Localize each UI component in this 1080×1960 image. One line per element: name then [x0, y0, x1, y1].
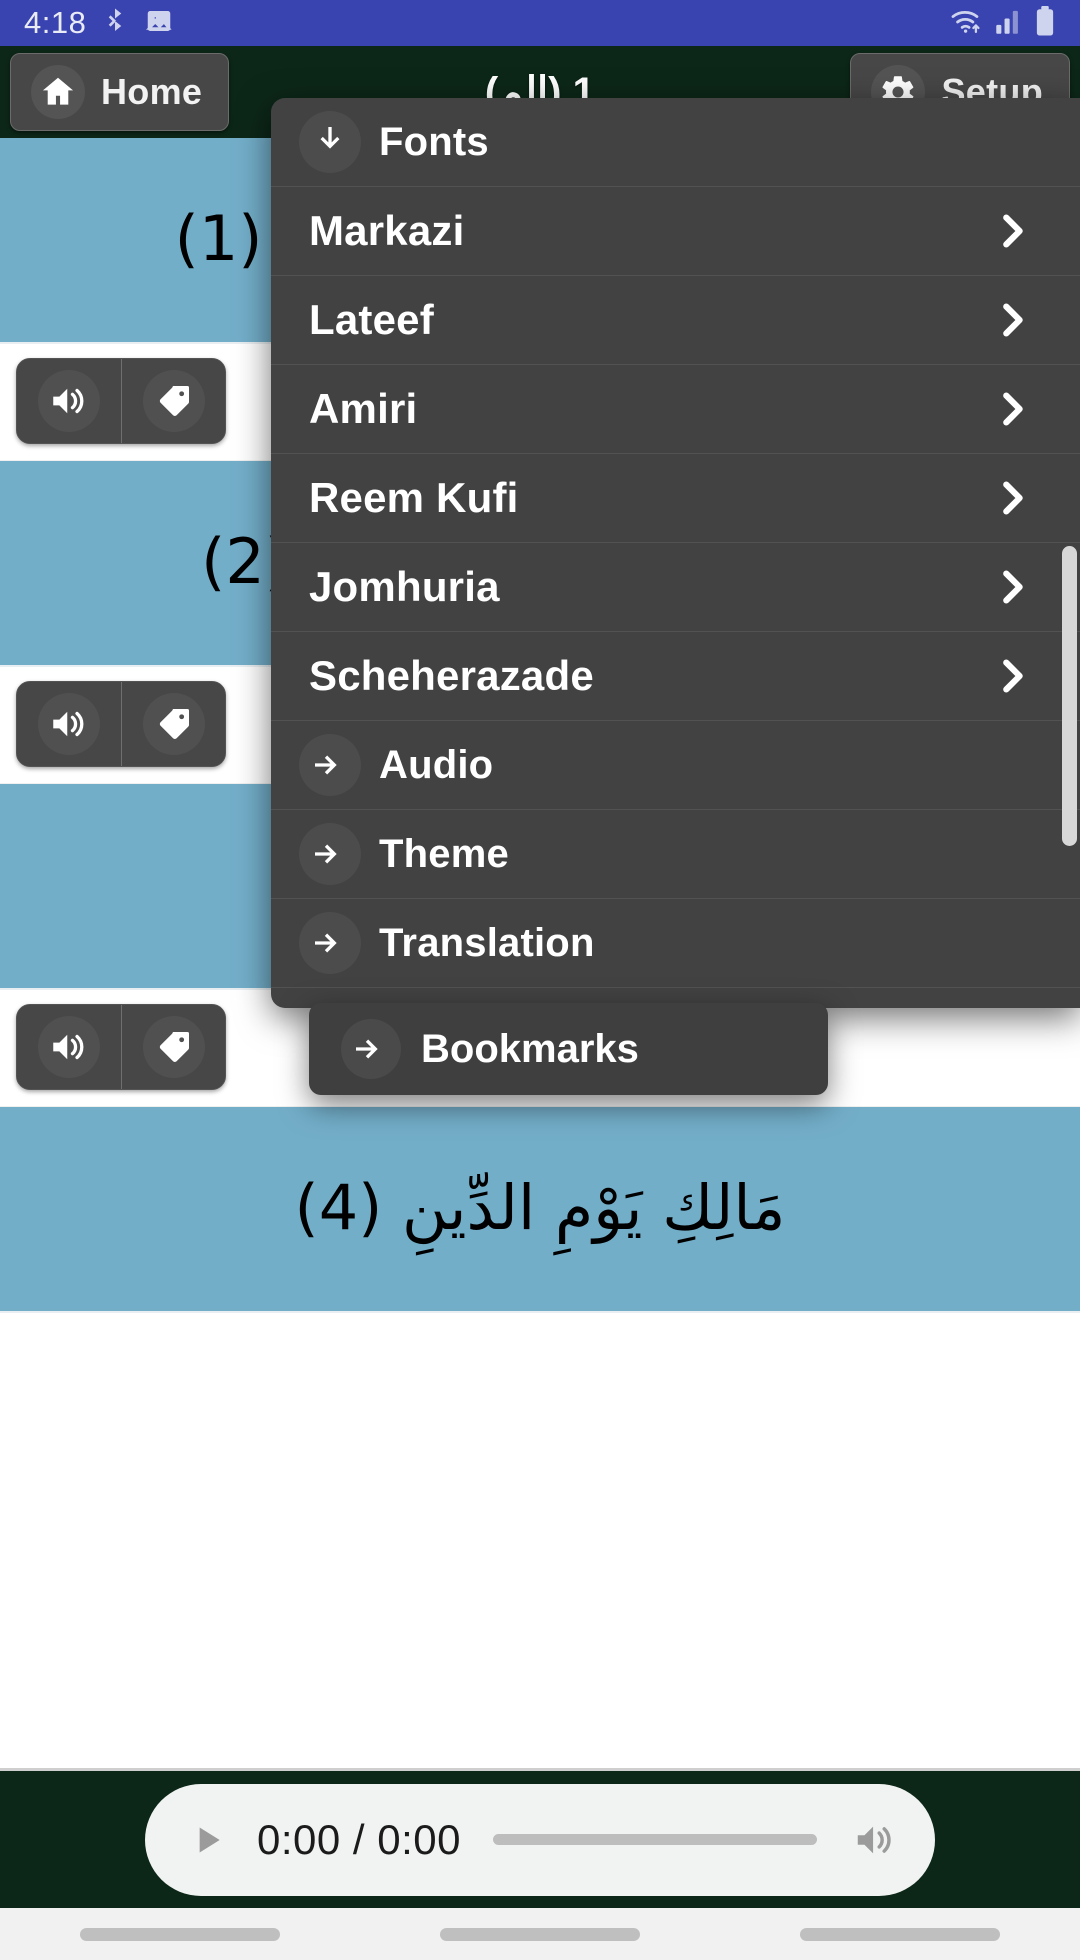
menu-item-amiri[interactable]: Amiri — [271, 365, 1080, 454]
verse-text: مَالِكِ يَوْمِ الدِّينِ (4) — [0, 1106, 1080, 1313]
image-icon — [144, 6, 174, 41]
tag-icon — [142, 369, 205, 432]
menu-item-lateef[interactable]: Lateef — [271, 276, 1080, 365]
system-status-bar: 4:18 — [0, 0, 1080, 46]
bluetooth-audio-icon — [100, 6, 130, 41]
menu-item-amiri-label: Amiri — [309, 385, 418, 432]
playback-time: 0:00 / 0:00 — [257, 1815, 461, 1863]
menu-item-jomhuria-label: Jomhuria — [309, 563, 500, 610]
wifi-icon — [950, 7, 984, 40]
menu-item-bookmarks[interactable]: Bookmarks — [309, 1003, 828, 1095]
verse-item: مَالِكِ يَوْمِ الدِّينِ (4) — [0, 1106, 1080, 1313]
play-icon[interactable] — [185, 1817, 231, 1863]
menu-header-fonts[interactable]: Fonts — [271, 98, 1080, 187]
menu-item-audio-label: Audio — [379, 742, 494, 787]
arrow-right-icon — [299, 823, 361, 885]
chevron-right-icon[interactable] — [986, 561, 1038, 613]
home-icon — [31, 65, 85, 119]
menu-item-scheherazade-label: Scheherazade — [309, 652, 594, 699]
menu-item-theme-label: Theme — [379, 831, 509, 876]
menu-item-translation-label: Translation — [379, 920, 595, 965]
verse-tag-button[interactable] — [121, 681, 225, 766]
home-button[interactable]: Home — [10, 53, 230, 131]
verse-tag-button[interactable] — [121, 1004, 225, 1089]
chevron-right-icon[interactable] — [986, 205, 1038, 257]
menu-item-theme[interactable]: Theme — [271, 810, 1080, 899]
status-bar-left: 4:18 — [24, 5, 174, 41]
tag-icon — [142, 1015, 205, 1078]
nav-pill-recents[interactable] — [80, 1927, 280, 1941]
seek-slider[interactable] — [493, 1834, 817, 1845]
audio-player-bar: 0:00 / 0:00 — [0, 1768, 1080, 1908]
menu-scrollbar[interactable] — [1062, 546, 1077, 846]
menu-item-bookmarks-label: Bookmarks — [421, 1026, 639, 1071]
arrow-right-icon — [299, 734, 361, 796]
system-nav-bar — [0, 1908, 1080, 1960]
status-bar-right — [950, 5, 1056, 41]
home-button-label: Home — [101, 71, 203, 112]
tag-icon — [142, 692, 205, 755]
signal-icon — [995, 7, 1023, 40]
verse-audio-button[interactable] — [17, 681, 121, 766]
nav-pill-home[interactable] — [440, 1927, 640, 1941]
speaker-icon — [38, 1015, 100, 1078]
chevron-right-icon[interactable] — [986, 294, 1038, 346]
nav-pill-back[interactable] — [800, 1927, 1000, 1941]
chevron-right-icon[interactable] — [986, 472, 1038, 524]
speaker-icon — [38, 692, 100, 755]
app-screen: 4:18 Home 1 (الم) Setup (1) 2) مَالِكِ ي… — [0, 0, 1080, 1960]
arrow-right-icon — [299, 912, 361, 974]
menu-item-markazi[interactable]: Markazi — [271, 187, 1080, 276]
menu-item-jomhuria[interactable]: Jomhuria — [271, 543, 1080, 632]
audio-player[interactable]: 0:00 / 0:00 — [145, 1783, 935, 1896]
menu-item-markazi-label: Markazi — [309, 207, 465, 254]
menu-header-fonts-label: Fonts — [379, 119, 489, 164]
menu-item-reem-kufi[interactable]: Reem Kufi — [271, 454, 1080, 543]
verse-tag-button[interactable] — [121, 358, 225, 443]
verse-audio-button[interactable] — [17, 358, 121, 443]
speaker-icon — [38, 369, 100, 432]
arrow-right-icon — [341, 1019, 401, 1079]
menu-item-lateef-label: Lateef — [309, 296, 434, 343]
menu-item-reem-kufi-label: Reem Kufi — [309, 474, 519, 521]
menu-item-translation[interactable]: Translation — [271, 899, 1080, 988]
status-bar-clock: 4:18 — [24, 5, 87, 40]
chevron-right-icon[interactable] — [986, 650, 1038, 702]
verse-button-group — [16, 357, 226, 444]
battery-icon — [1034, 5, 1056, 41]
verse-audio-button[interactable] — [17, 1004, 121, 1089]
download-arrow-icon — [299, 111, 361, 173]
verse-button-group — [16, 680, 226, 767]
menu-item-audio[interactable]: Audio — [271, 721, 1080, 810]
chevron-right-icon[interactable] — [986, 383, 1038, 435]
setup-dropdown-menu[interactable]: Fonts Markazi Lateef Amiri Reem Kufi Jom… — [271, 98, 1080, 1008]
menu-item-scheherazade[interactable]: Scheherazade — [271, 632, 1080, 721]
volume-icon[interactable] — [849, 1814, 901, 1866]
verse-button-group — [16, 1003, 226, 1090]
